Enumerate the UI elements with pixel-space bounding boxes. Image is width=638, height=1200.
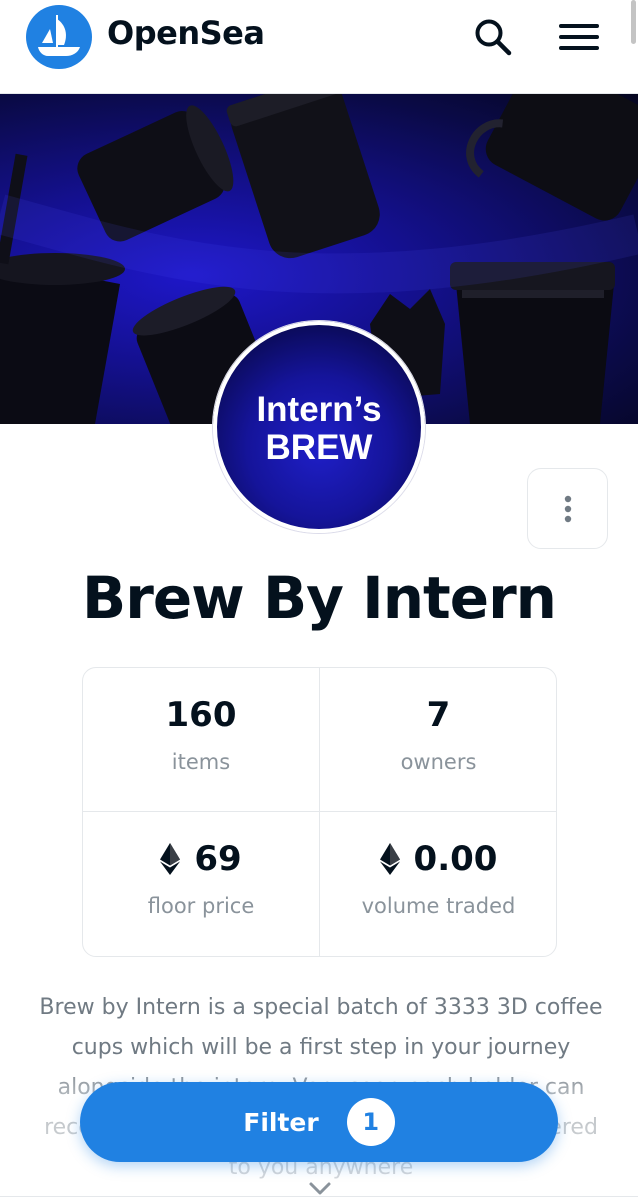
stat-floor-price-value: 69 — [194, 839, 242, 879]
stat-items[interactable]: 160 items — [83, 668, 320, 812]
stat-volume-traded-label: volume traded — [361, 894, 516, 918]
ethereum-icon — [160, 843, 181, 875]
menu-button[interactable] — [554, 12, 604, 62]
top-navbar: OpenSea — [0, 0, 638, 94]
stat-value: 7 — [320, 694, 556, 736]
stat-items-label: items — [171, 750, 231, 774]
opensea-ship-icon — [38, 15, 80, 56]
brand-name[interactable]: OpenSea — [107, 14, 265, 52]
avatar-text-line1: Intern’s — [256, 390, 382, 429]
filter-count-badge: 1 — [346, 1098, 395, 1146]
page-scrollbar[interactable] — [631, 0, 636, 44]
filter-button[interactable]: Filter 1 — [80, 1082, 558, 1162]
page: OpenSea Intern’s BREW Brew By Intern 160… — [0, 0, 638, 1200]
stat-floor-price[interactable]: 69 floor price — [83, 812, 320, 956]
search-button[interactable] — [468, 12, 518, 62]
stat-floor-price-label: floor price — [147, 894, 255, 918]
more-options-button[interactable] — [527, 468, 608, 549]
stat-volume-traded[interactable]: 0.00 volume traded — [320, 812, 556, 956]
avatar-text-line2: BREW — [265, 428, 373, 467]
stat-value: 0.00 — [320, 838, 556, 880]
collection-stats: 160 items 7 owners 69 floor price 0.00 v… — [82, 667, 557, 957]
opensea-logo[interactable] — [26, 5, 92, 69]
vertical-ellipsis-icon — [564, 495, 571, 522]
stat-value: 160 — [83, 694, 319, 736]
ethereum-icon — [379, 843, 400, 875]
stat-owners-value: 7 — [426, 695, 451, 735]
stat-items-value: 160 — [165, 695, 237, 735]
collection-title: Brew By Intern — [82, 564, 557, 632]
stat-volume-traded-value: 0.00 — [413, 839, 498, 879]
divider — [0, 1196, 638, 1197]
hamburger-menu-icon — [559, 24, 599, 50]
stat-value: 69 — [83, 838, 319, 880]
filter-label: Filter — [243, 1107, 319, 1137]
collection-avatar: Intern’s BREW — [213, 321, 425, 533]
search-icon — [475, 19, 512, 56]
stat-owners-label: owners — [400, 750, 477, 774]
stat-owners[interactable]: 7 owners — [320, 668, 556, 812]
